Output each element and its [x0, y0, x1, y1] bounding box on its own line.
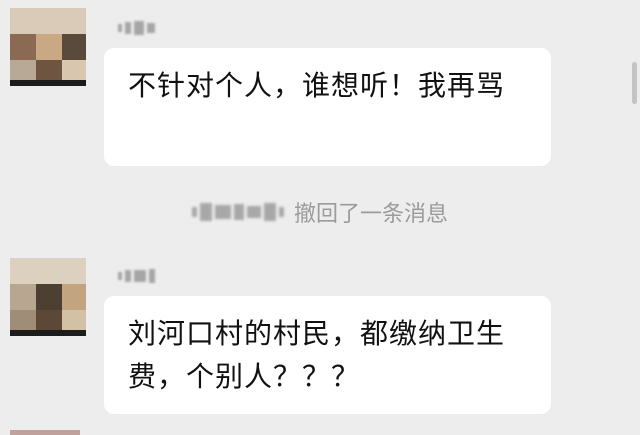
message-bubble[interactable]: 不针对个人，谁想听！我再骂 — [104, 48, 551, 166]
message-text: 不针对个人，谁想听！我再骂 — [128, 69, 506, 102]
chat-window: 不针对个人，谁想听！我再骂 撤回了一条消息 刘河口村的村民，都缴纳卫生费，个别人… — [0, 0, 640, 435]
avatar-edge — [10, 430, 80, 435]
message-bubble[interactable]: 刘河口村的村民，都缴纳卫生费，个别人？？？ — [104, 296, 551, 414]
message-text: 刘河口村的村民，都缴纳卫生费，个别人？？？ — [128, 317, 506, 393]
avatar[interactable] — [10, 258, 86, 336]
sender-name — [118, 268, 155, 284]
avatar[interactable] — [10, 8, 86, 86]
recall-notice: 撤回了一条消息 — [0, 196, 640, 228]
recall-text: 撤回了一条消息 — [293, 202, 448, 227]
sender-name — [118, 20, 155, 36]
recalled-sender-name — [191, 203, 284, 221]
scrollbar[interactable] — [632, 62, 637, 104]
